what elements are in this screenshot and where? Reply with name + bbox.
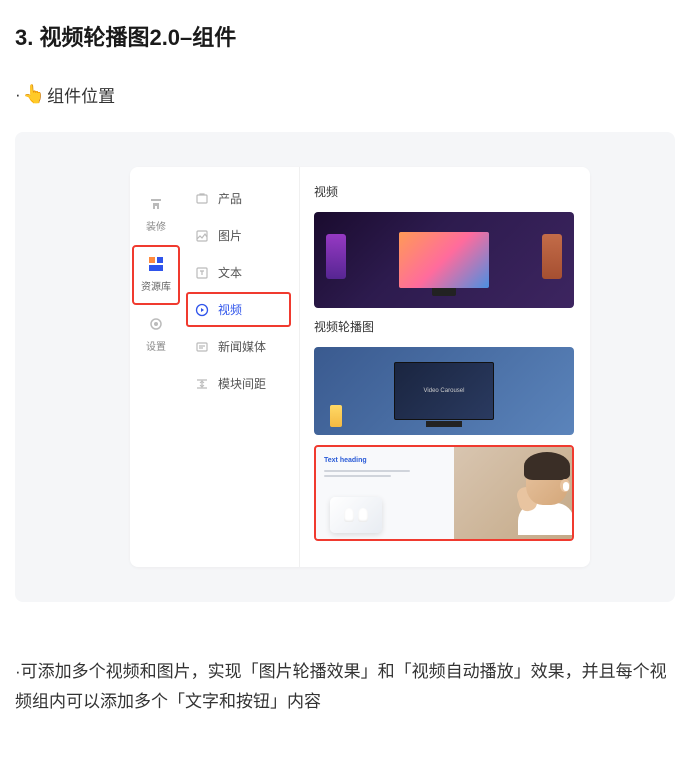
carousel-monitor-text: Video Carousel — [424, 388, 465, 394]
product-left-panel: Text heading — [316, 447, 454, 539]
description-paragraph: ·可添加多个视频和图片，实现「图片轮播效果」和「视频自动播放」效果，并且每个视频… — [15, 657, 675, 717]
list-item-video[interactable]: 视频 — [186, 292, 291, 327]
intro-text: 组件位置 — [47, 82, 115, 107]
decorative-light — [326, 234, 346, 279]
list-label: 文本 — [218, 264, 242, 281]
phone-graphic — [330, 405, 342, 427]
rail-item-settings[interactable]: 设置 — [132, 305, 180, 365]
grid-icon — [147, 255, 165, 273]
list-label: 图片 — [218, 227, 242, 244]
gear-icon — [147, 315, 165, 333]
brush-icon — [147, 195, 165, 213]
component-list: 产品 图片 文本 视频 — [182, 167, 300, 567]
list-item-spacing[interactable]: 模块间距 — [186, 366, 291, 401]
rail-label: 设置 — [146, 338, 166, 353]
carousel-thumbnail-2[interactable]: Text heading — [314, 445, 574, 541]
section-title: 3. 视频轮播图2.0–组件 — [15, 20, 675, 52]
news-icon — [194, 339, 210, 355]
list-label: 模块间距 — [218, 375, 266, 392]
earbuds-graphic — [330, 497, 382, 533]
video-thumbnail[interactable] — [314, 212, 574, 308]
image-icon — [194, 228, 210, 244]
list-item-text[interactable]: 文本 — [186, 255, 291, 290]
product-right-panel — [454, 447, 572, 539]
text-icon — [194, 265, 210, 281]
decorative-light — [542, 234, 562, 279]
text-lines — [324, 470, 446, 477]
list-item-image[interactable]: 图片 — [186, 218, 291, 253]
preview-area: 视频 视频轮播图 Video Carousel Text heading — [300, 167, 590, 567]
intro-line: · 👆 组件位置 — [15, 82, 675, 107]
list-item-product[interactable]: 产品 — [186, 181, 291, 216]
preview-heading-carousel: 视频轮播图 — [314, 318, 574, 335]
carousel-thumbnail-1[interactable]: Video Carousel — [314, 347, 574, 435]
left-rail: 装修 资源库 设置 — [130, 167, 182, 567]
description-text: 可添加多个视频和图片，实现「图片轮播效果」和「视频自动播放」效果，并且每个视频组… — [15, 662, 667, 711]
list-label: 新闻媒体 — [218, 338, 266, 355]
rail-label: 资源库 — [141, 278, 171, 293]
monitor-graphic — [399, 232, 489, 288]
spacing-icon — [194, 376, 210, 392]
screenshot-container: 装修 资源库 设置 — [15, 132, 675, 602]
list-label: 产品 — [218, 190, 242, 207]
app-ui: 装修 资源库 设置 — [130, 167, 590, 567]
finger-down-icon: 👆 — [23, 84, 45, 105]
product-heading-text: Text heading — [324, 457, 446, 464]
play-circle-icon — [194, 302, 210, 318]
rail-item-library[interactable]: 资源库 — [132, 245, 180, 305]
bullet-dot: · — [15, 85, 21, 105]
person-graphic — [508, 453, 572, 535]
monitor-graphic: Video Carousel — [394, 362, 494, 420]
product-icon — [194, 191, 210, 207]
rail-item-decorate[interactable]: 装修 — [132, 185, 180, 245]
preview-heading-video: 视频 — [314, 183, 574, 200]
rail-label: 装修 — [146, 218, 166, 233]
list-label: 视频 — [218, 301, 242, 318]
list-item-news[interactable]: 新闻媒体 — [186, 329, 291, 364]
